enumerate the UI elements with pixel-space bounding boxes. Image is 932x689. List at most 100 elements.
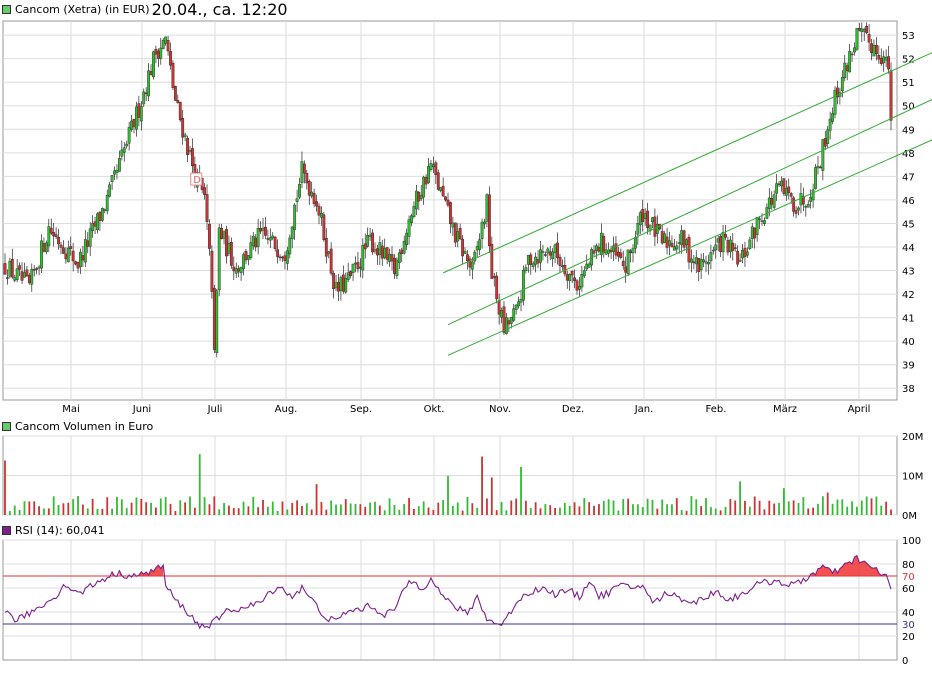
volume-bar	[242, 501, 245, 515]
candle-body	[745, 251, 749, 256]
volume-bar	[116, 496, 118, 515]
candle-body	[113, 170, 116, 175]
volume-bar	[301, 505, 303, 515]
candle-body	[699, 259, 703, 270]
candle-body	[770, 198, 774, 205]
candle-body	[853, 47, 856, 53]
rsi-tick-label: 60	[902, 584, 915, 595]
candle-body	[147, 70, 151, 97]
candle-body	[819, 166, 822, 169]
candle-body	[431, 164, 435, 168]
candle-body	[115, 169, 119, 173]
candle-body	[551, 251, 555, 259]
volume-bar	[520, 466, 522, 515]
candle-body	[665, 236, 669, 248]
candle-body	[821, 139, 825, 171]
chart-timestamp: 20.04., ca. 12:20	[151, 0, 288, 19]
candle-body	[57, 237, 60, 245]
candle-body	[144, 92, 148, 95]
volume-bar	[856, 506, 858, 515]
candle-body	[487, 194, 491, 246]
candle-body	[407, 219, 411, 237]
candle-body	[137, 103, 141, 118]
volume-bar	[744, 500, 746, 515]
candle-body	[215, 290, 219, 353]
candle-body	[473, 251, 477, 262]
candle-body	[232, 266, 236, 272]
price-tick-label: 42	[902, 290, 915, 301]
candle-body	[390, 254, 394, 262]
candle-body	[687, 237, 691, 263]
candle-body	[25, 269, 29, 277]
candle-body	[363, 243, 367, 250]
volume-bar	[86, 508, 89, 515]
candle-body	[458, 228, 462, 240]
candle-body	[845, 65, 849, 72]
candle-body	[767, 197, 771, 209]
volume-bar	[408, 497, 410, 515]
candle-body	[414, 190, 418, 210]
volume-bar	[549, 505, 552, 515]
candle-body	[522, 269, 525, 301]
candle-body	[884, 57, 888, 61]
price-tick-label: 51	[902, 78, 915, 89]
candle-body	[831, 113, 834, 122]
candle-body	[15, 268, 19, 280]
volume-bar	[792, 500, 795, 515]
volume-bar	[330, 500, 333, 515]
candle-body	[558, 256, 562, 266]
rsi-tick-label: 30	[902, 620, 915, 631]
candle-body	[612, 245, 615, 252]
price-tick-label: 52	[902, 55, 915, 66]
volume-bar	[656, 508, 659, 515]
candle-body	[186, 137, 189, 155]
candle-body	[862, 29, 866, 32]
candle-body	[531, 263, 535, 267]
volume-bar	[870, 498, 873, 515]
candle-body	[568, 274, 572, 281]
price-tick-label: 46	[902, 196, 915, 207]
candle-body	[585, 263, 589, 270]
volume-bar	[534, 502, 537, 515]
volume-bar	[563, 502, 566, 515]
month-label: Nov.	[489, 404, 511, 415]
candle-body	[337, 282, 340, 292]
volume-bar	[62, 503, 65, 515]
price-legend-swatch	[2, 5, 11, 14]
candle-body	[495, 275, 499, 300]
candle-body	[23, 272, 26, 278]
candle-body	[44, 242, 48, 253]
candle-body	[546, 248, 550, 254]
volume-bar	[28, 501, 31, 515]
volume-bar	[447, 475, 449, 515]
candle-body	[356, 262, 360, 270]
candle-body	[173, 86, 177, 101]
candle-body	[889, 70, 893, 121]
price-chart-header: Cancom (Xetra) (in EUR) 20.04., ca. 12:2…	[2, 0, 288, 19]
candle-body	[750, 226, 754, 239]
volume-bar	[529, 507, 532, 515]
candle-body	[8, 261, 12, 277]
volume-bar	[81, 504, 84, 515]
volume-bar	[671, 504, 673, 515]
candle-body	[161, 39, 165, 49]
volume-legend-swatch	[2, 422, 11, 431]
candle-body	[35, 268, 39, 270]
candle-body	[517, 301, 520, 307]
volume-bar	[719, 510, 722, 515]
candle-body	[378, 242, 382, 255]
volume-bar	[651, 499, 654, 515]
volume-bar	[729, 499, 732, 515]
candle-body	[42, 243, 46, 252]
candle-body	[587, 263, 591, 268]
volume-bar	[193, 507, 196, 515]
volume-bar	[305, 503, 308, 515]
candle-body	[738, 259, 742, 262]
candle-body	[188, 150, 192, 152]
candle-body	[227, 242, 231, 254]
volume-bar	[826, 492, 829, 515]
volume-bar	[164, 496, 167, 515]
volume-bar	[495, 510, 498, 515]
candle-body	[573, 277, 576, 282]
volume-bar	[607, 499, 610, 515]
